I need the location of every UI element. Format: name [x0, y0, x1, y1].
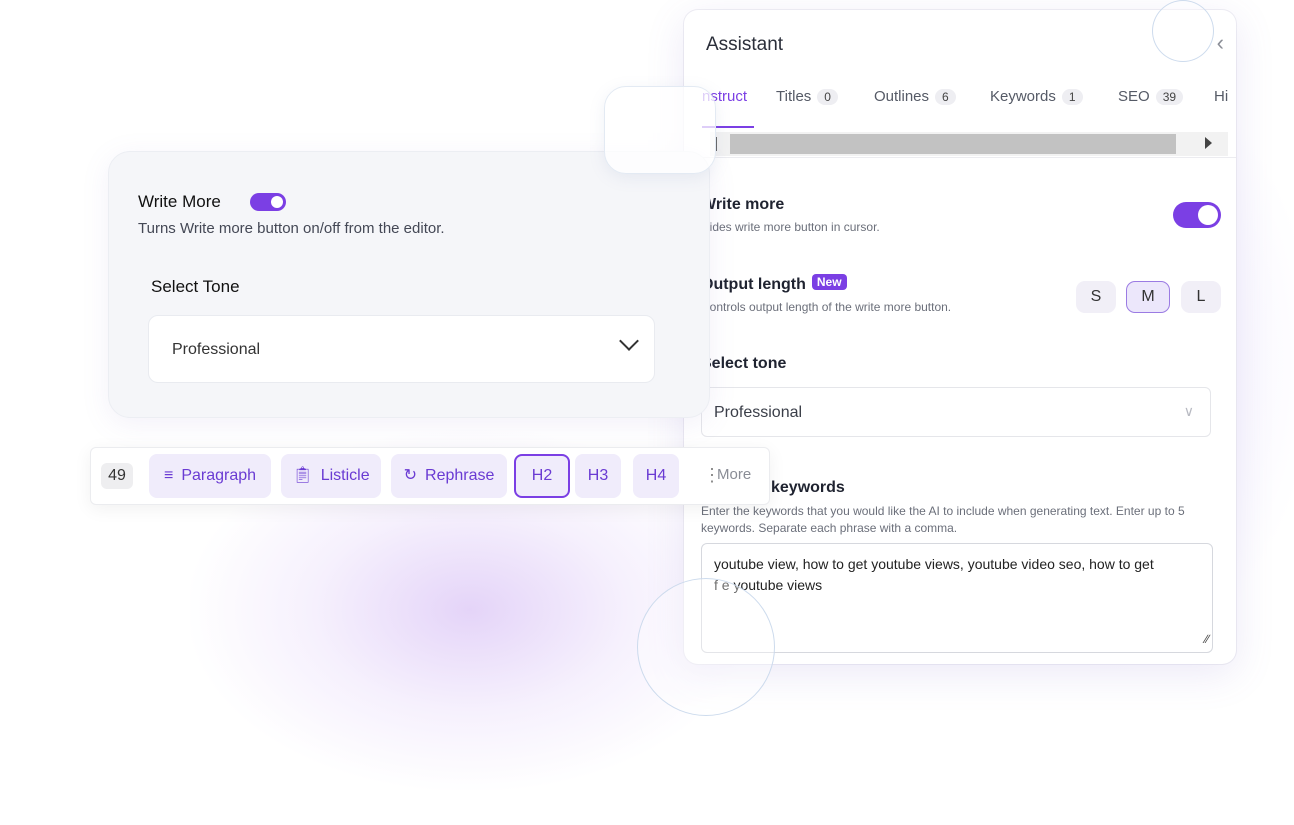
chevron-left-icon[interactable]: ‹	[1217, 30, 1224, 56]
tab-titles[interactable]: Titles 0	[776, 88, 838, 105]
assistant-panel: Assistant ‹ nstruct Titles 0 Outlines 6 Ke…	[684, 10, 1236, 664]
keywords-textarea[interactable]: youtube view, how to get youtube views, …	[701, 543, 1213, 653]
more-button[interactable]: ⋮More	[703, 465, 751, 485]
decorative-circle	[1152, 0, 1214, 62]
write-more-subtitle: Hides write more button in cursor.	[701, 220, 880, 234]
tab-count: 39	[1155, 89, 1184, 105]
card-title: Write More	[138, 192, 221, 211]
h2-button[interactable]: H2	[514, 454, 570, 498]
divider	[684, 157, 1236, 158]
size-l-button[interactable]: L	[1181, 281, 1221, 313]
toggle-knob	[271, 196, 283, 208]
select-tone-label: Select tone	[701, 355, 787, 372]
chevron-down-icon: ∨	[1183, 403, 1194, 419]
keywords-line-2: f e youtube views	[714, 577, 823, 593]
card-tone-select[interactable]: Professional	[148, 315, 655, 383]
card-tone-value: Professional	[172, 341, 261, 358]
horizontal-scrollbar[interactable]	[710, 132, 1228, 156]
size-m-button[interactable]: M	[1126, 281, 1170, 313]
editor-toolbar: 49 ≡ Paragraph 📋︎ Listicle ↻ Rephrase H2 H3…	[90, 447, 770, 505]
tab-keywords[interactable]: Keywords 1	[990, 88, 1083, 105]
keywords-line-1: youtube view, how to get youtube views, …	[714, 556, 1154, 572]
keywords-label: keywords	[771, 479, 845, 496]
scroll-right-icon[interactable]	[1205, 137, 1212, 149]
tab-seo[interactable]: SEO 39	[1118, 88, 1184, 105]
scrollbar-thumb[interactable]	[730, 134, 1176, 154]
toggle-knob	[1198, 205, 1218, 225]
output-length-label: Output length New	[701, 274, 847, 294]
clipboard-icon: 📋︎	[292, 467, 313, 484]
scroll-left-icon[interactable]	[716, 137, 717, 151]
decorative-glass-square	[604, 86, 716, 174]
listicle-button[interactable]: 📋︎ Listicle	[281, 454, 381, 498]
resize-handle-icon[interactable]: ∕∕	[1205, 629, 1209, 650]
card-write-more-toggle[interactable]	[250, 193, 286, 211]
panel-title: Assistant	[706, 34, 784, 55]
write-more-label: Write more	[701, 196, 785, 213]
tab-bar: nstruct Titles 0 Outlines 6 Keywords 1 SEO 3…	[684, 86, 1236, 130]
output-length-subtitle: Controls output length of the write more…	[701, 300, 952, 314]
size-s-button[interactable]: S	[1076, 281, 1116, 313]
write-more-toggle[interactable]	[1173, 202, 1221, 228]
card-subtitle: Turns Write more button on/off from the …	[138, 220, 445, 237]
paragraph-button[interactable]: ≡ Paragraph	[149, 454, 271, 498]
new-badge: New	[811, 274, 847, 290]
write-more-card: Write More Turns Write more button on/of…	[108, 151, 710, 418]
keywords-description: Enter the keywords that you would like t…	[701, 504, 1185, 535]
tab-outlines[interactable]: Outlines 6	[874, 88, 956, 105]
tone-select[interactable]: Professional ∨	[701, 387, 1211, 437]
rephrase-button[interactable]: ↻ Rephrase	[391, 454, 507, 498]
tab-count: 6	[935, 89, 956, 105]
decorative-circle	[637, 578, 775, 716]
refresh-icon: ↻	[403, 467, 418, 484]
lines-icon: ≡	[163, 467, 174, 484]
card-tone-label: Select Tone	[151, 277, 240, 296]
word-count-badge: 49	[101, 463, 133, 489]
tab-count: 0	[817, 89, 838, 105]
vertical-dots-icon: ⋮	[703, 465, 721, 485]
tab-hi[interactable]: Hi	[1214, 88, 1228, 105]
chevron-down-icon	[619, 331, 639, 351]
tone-select-value: Professional	[714, 404, 803, 421]
h4-button[interactable]: H4	[633, 454, 679, 498]
h3-button[interactable]: H3	[575, 454, 621, 498]
tab-count: 1	[1061, 89, 1083, 105]
